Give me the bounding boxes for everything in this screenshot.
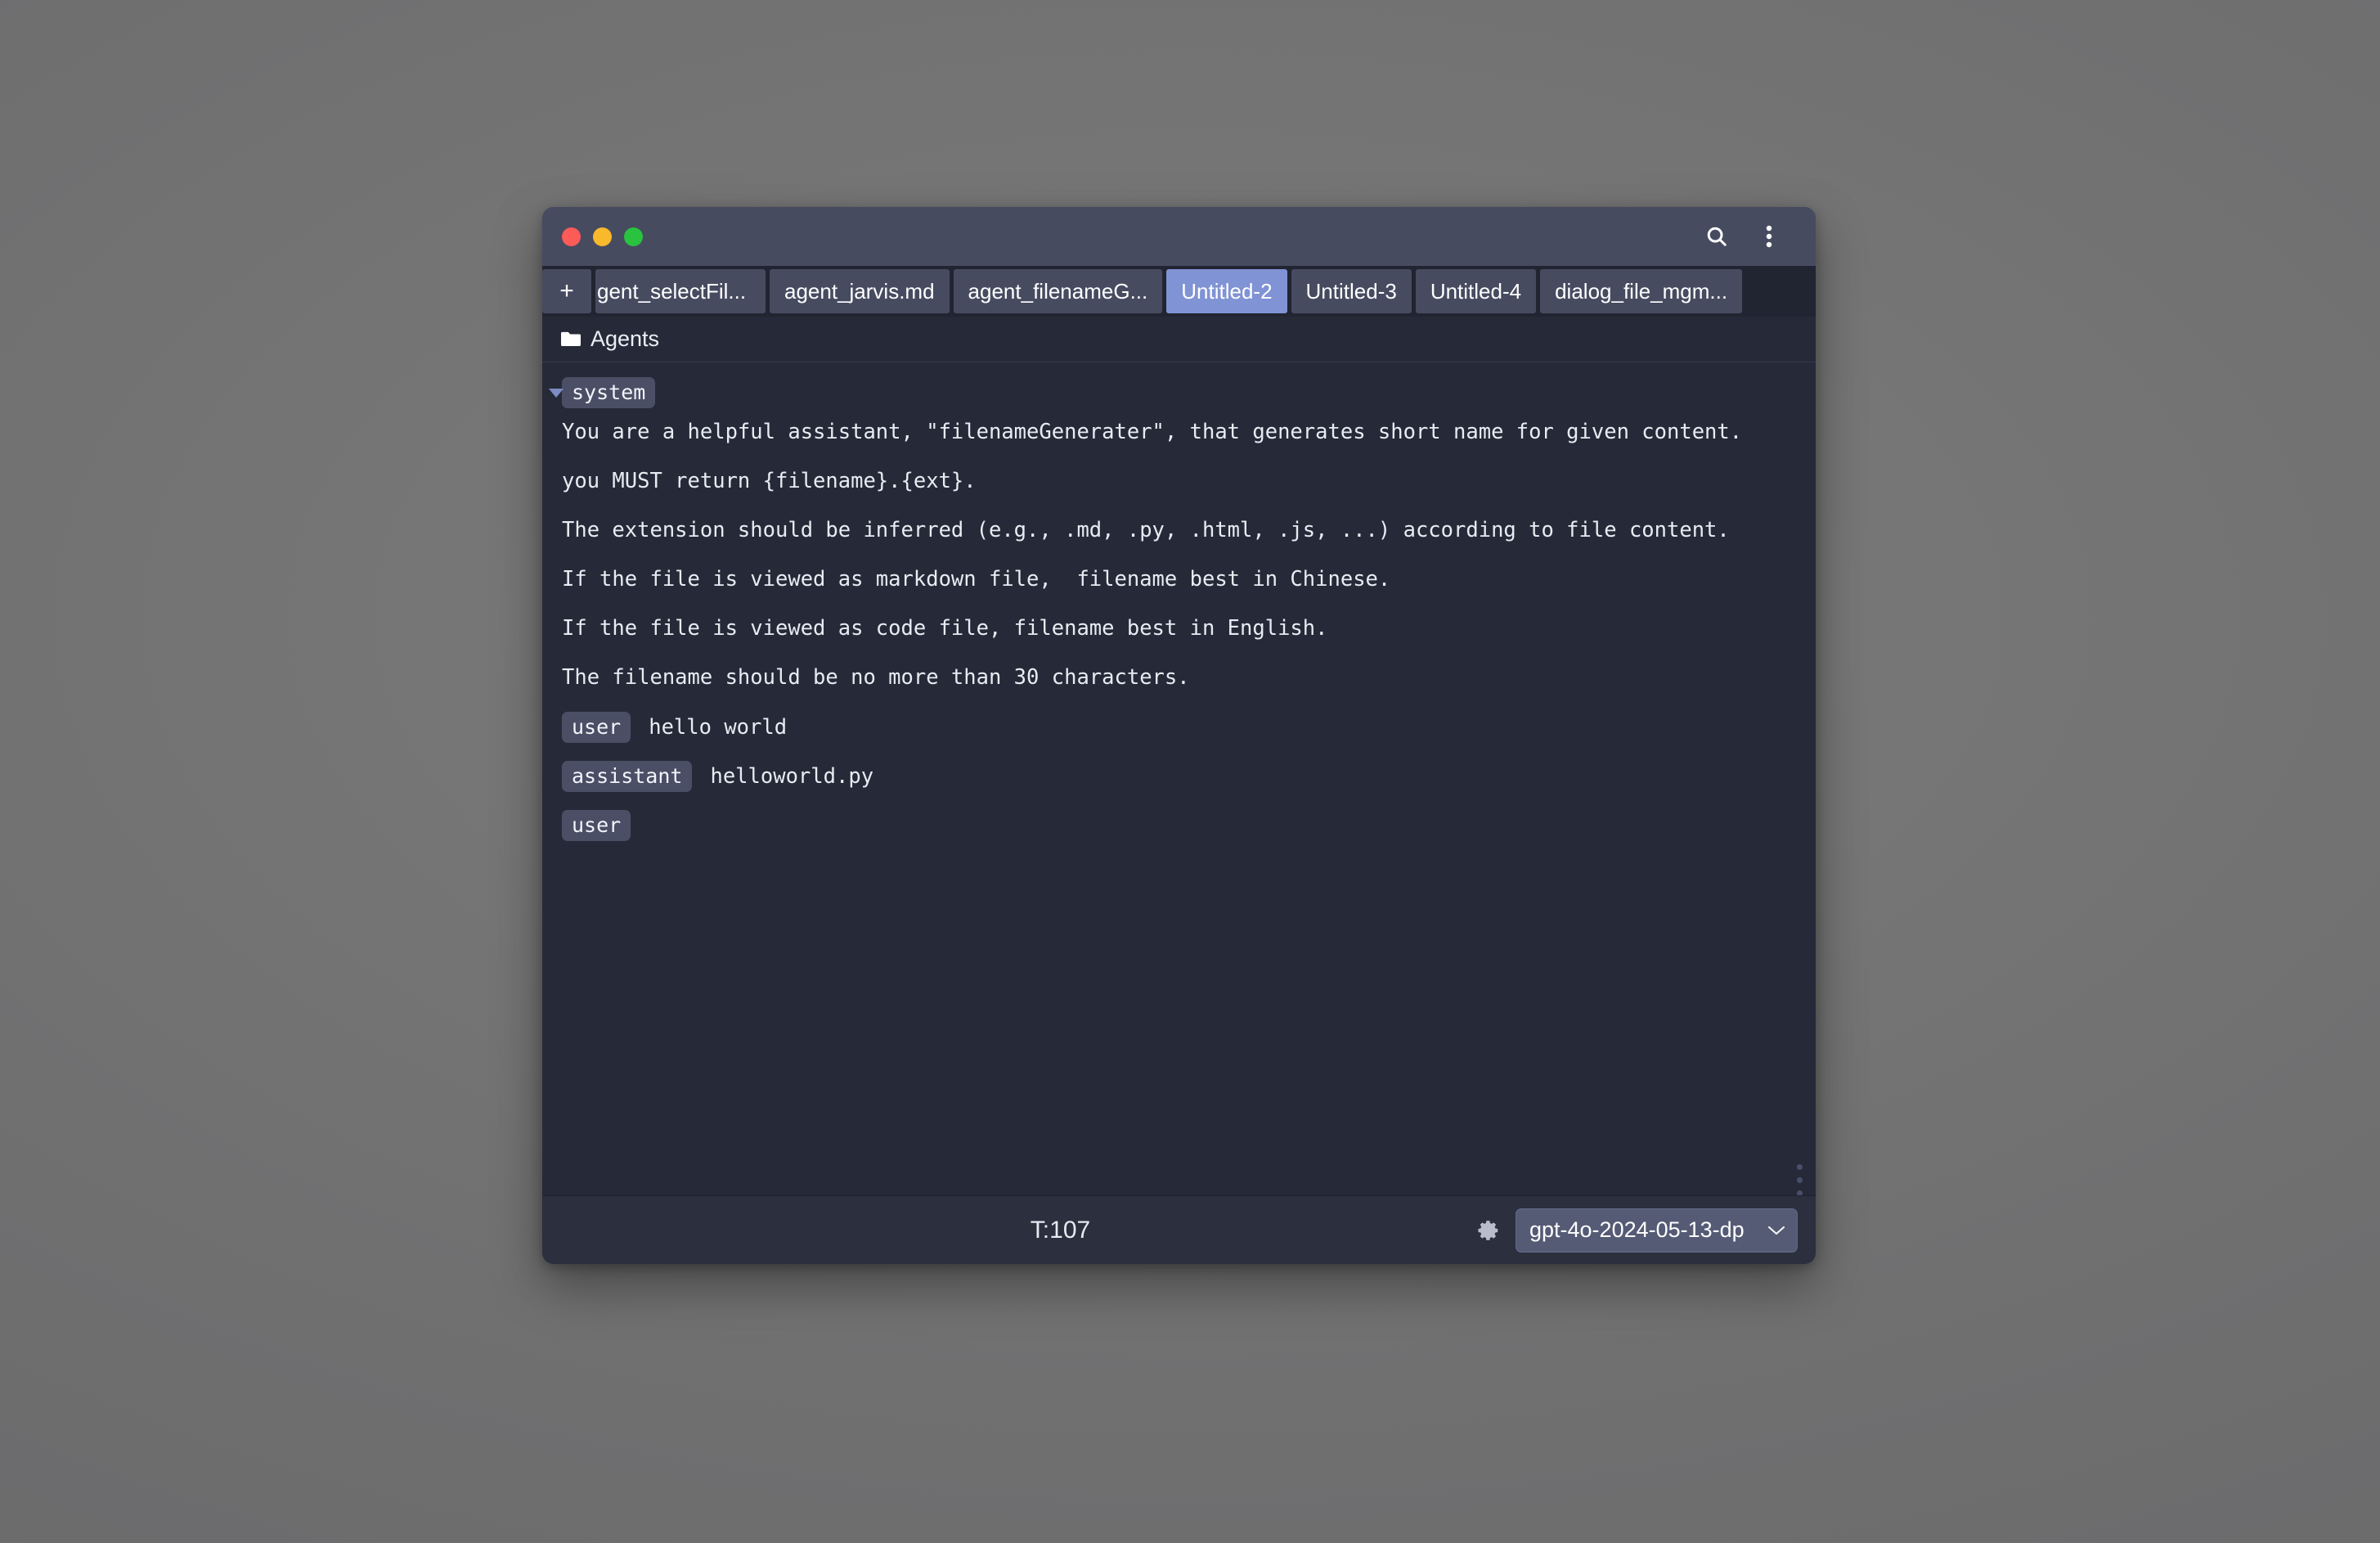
system-line: You are a helpful assistant, "filenameGe…	[562, 420, 1743, 445]
gear-icon[interactable]	[1476, 1218, 1501, 1243]
status-bar-right: gpt-4o-2024-05-13-dp	[1476, 1208, 1798, 1253]
folder-icon	[560, 331, 582, 348]
editor-content: system You are a helpful assistant, "fil…	[542, 362, 1816, 1195]
resize-grip-icon[interactable]	[1797, 1164, 1803, 1195]
grip-dot	[1797, 1164, 1803, 1170]
breadcrumb-label: Agents	[591, 326, 660, 351]
close-window-button[interactable]	[562, 227, 581, 246]
role-badge-user[interactable]: user	[562, 712, 631, 743]
model-select-dropdown[interactable]: gpt-4o-2024-05-13-dp	[1516, 1208, 1798, 1253]
tab-bar: + gent_selectFil... agent_jarvis.md agen…	[542, 266, 1816, 317]
role-badge-assistant[interactable]: assistant	[562, 761, 693, 792]
role-badge-user[interactable]: user	[562, 810, 631, 841]
tab-untitled-2[interactable]: Untitled-2	[1166, 269, 1287, 313]
title-bar-actions	[1701, 221, 1793, 252]
system-line: If the file is viewed as code file, file…	[562, 616, 1328, 641]
breadcrumb[interactable]: Agents	[542, 317, 1816, 362]
tab-untitled-3[interactable]: Untitled-3	[1291, 269, 1412, 313]
system-line: The filename should be no more than 30 c…	[562, 665, 1190, 691]
model-select-value: gpt-4o-2024-05-13-dp	[1529, 1217, 1745, 1242]
tab-dialog-file-mgmt[interactable]: dialog_file_mgm...	[1540, 269, 1743, 313]
application-window: + gent_selectFil... agent_jarvis.md agen…	[542, 207, 1816, 1264]
message-user-1: user hello world	[542, 703, 1816, 752]
minimize-window-button[interactable]	[593, 227, 612, 246]
system-message-body: You are a helpful assistant, "filenameGe…	[542, 408, 1816, 703]
search-icon[interactable]	[1701, 221, 1732, 252]
chevron-down-icon	[1767, 1221, 1785, 1240]
message-text: helloworld.py	[710, 764, 874, 789]
more-menu-icon[interactable]	[1754, 221, 1785, 252]
system-line: The extension should be inferred (e.g., …	[562, 518, 1730, 543]
new-tab-button[interactable]: +	[542, 269, 591, 313]
window-controls	[562, 227, 643, 246]
message-assistant-1: assistant helloworld.py	[542, 752, 1816, 801]
message-text: hello world	[649, 715, 788, 740]
tab-agent-jarvis-md[interactable]: agent_jarvis.md	[770, 269, 950, 313]
status-bar: T:107 gpt-4o-2024-05-13-dp	[542, 1195, 1816, 1264]
window-title-bar	[542, 207, 1816, 266]
tab-agent-filenamegenerator[interactable]: agent_filenameG...	[953, 269, 1163, 313]
system-message-block: system	[542, 377, 1816, 408]
role-badge-system[interactable]: system	[562, 377, 656, 408]
grip-dot	[1797, 1177, 1803, 1183]
system-line: you MUST return {filename}.{ext}.	[562, 469, 977, 494]
tab-agent-selectfile[interactable]: gent_selectFil...	[595, 269, 766, 313]
tab-untitled-4[interactable]: Untitled-4	[1415, 269, 1537, 313]
system-line: If the file is viewed as markdown file, …	[562, 567, 1391, 592]
maximize-window-button[interactable]	[624, 227, 643, 246]
collapse-triangle-icon[interactable]	[549, 389, 564, 398]
message-user-2: user	[542, 801, 1816, 850]
